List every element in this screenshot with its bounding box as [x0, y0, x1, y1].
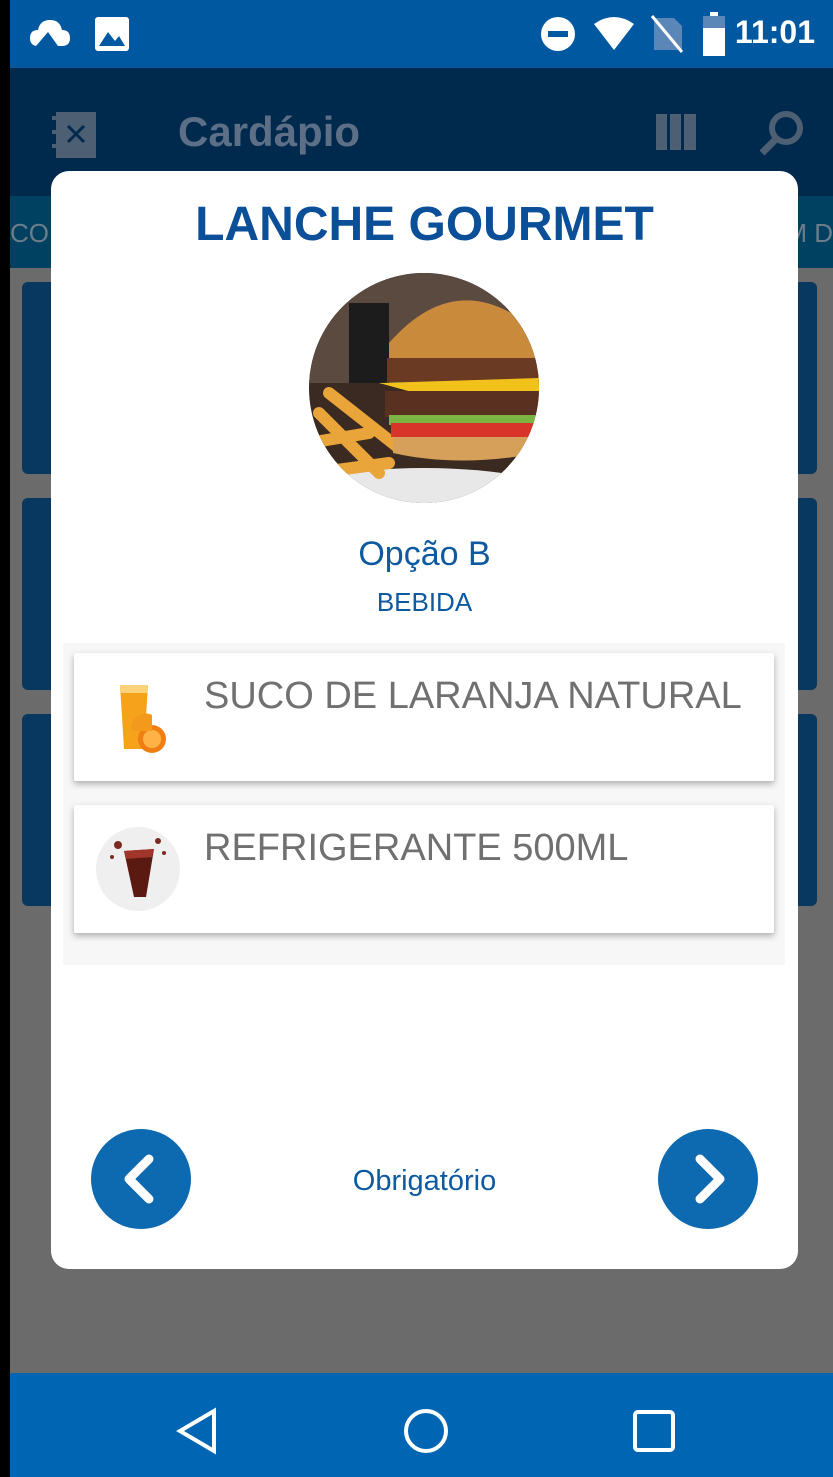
- cloud-icon: [30, 20, 70, 46]
- option-dialog: LANCHE GOURMET Opção B BEBIDA SUCO DE LA…: [51, 171, 798, 1269]
- back-icon[interactable]: [174, 1407, 222, 1455]
- next-button[interactable]: [658, 1129, 758, 1229]
- tab-left[interactable]: CO: [10, 218, 49, 249]
- status-bar: 11:01: [10, 0, 833, 68]
- wifi-icon: [594, 17, 634, 50]
- search-icon[interactable]: [758, 108, 806, 156]
- status-time: 11:01: [734, 14, 815, 50]
- item-label: REFRIGERANTE 500ML: [204, 827, 629, 869]
- do-not-disturb-icon: [541, 17, 575, 51]
- battery-icon: [703, 12, 725, 56]
- columns-icon[interactable]: [656, 114, 696, 150]
- item-label: SUCO DE LARANJA NATURAL: [204, 675, 742, 717]
- soda-glass-icon: [96, 827, 180, 911]
- burger-image: [309, 273, 539, 503]
- dialog-title: LANCHE GOURMET: [195, 198, 654, 251]
- screen-edge: [0, 0, 10, 1477]
- recents-icon[interactable]: [632, 1409, 676, 1453]
- menu-book-icon[interactable]: [52, 110, 98, 160]
- home-icon[interactable]: [402, 1407, 450, 1455]
- list-item-suco-laranja[interactable]: SUCO DE LARANJA NATURAL: [74, 653, 774, 781]
- navigation-bar: [10, 1373, 833, 1477]
- list-item-refrigerante[interactable]: REFRIGERANTE 500ML: [74, 805, 774, 933]
- orange-juice-icon: [96, 675, 180, 759]
- image-icon: [95, 17, 129, 51]
- option-category: BEBIDA: [376, 587, 473, 617]
- burger-icon: [309, 273, 539, 503]
- chevron-right-icon: [695, 1154, 725, 1204]
- option-name: Opção B: [358, 535, 491, 573]
- no-sim-icon: [650, 15, 684, 53]
- app-title: Cardápio: [178, 108, 361, 155]
